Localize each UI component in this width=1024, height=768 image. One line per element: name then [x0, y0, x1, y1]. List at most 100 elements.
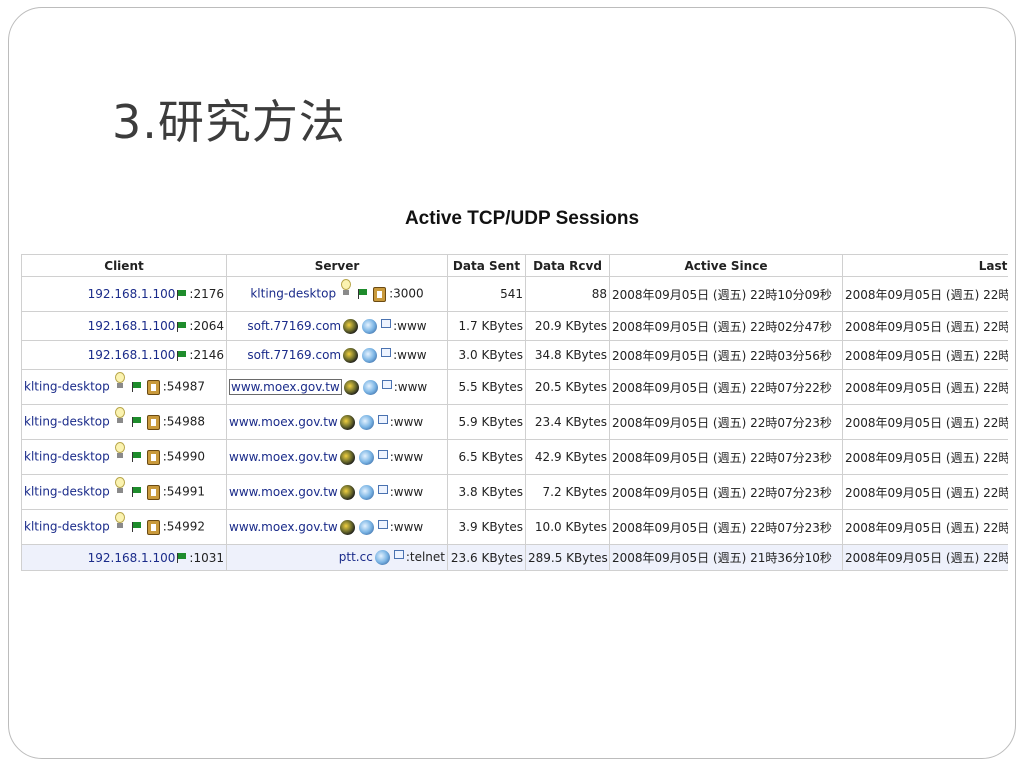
client-cell: 192.168.1.100:2176: [21, 276, 227, 312]
slide-title: 3.研究方法: [112, 95, 346, 149]
data-rcvd-cell: 88: [525, 276, 610, 312]
external-link-icon[interactable]: [381, 379, 392, 389]
server-cell: soft.77169.com :www: [226, 311, 448, 341]
server-port: :www: [393, 318, 427, 333]
server-port: :www: [389, 519, 424, 534]
table-row: klting-desktop :54987 www.moex.gov.tw:www…: [21, 369, 1008, 405]
box-icon: [146, 519, 160, 535]
client-link[interactable]: 192.168.1.100: [88, 348, 176, 362]
active-since-cell: 2008年09月05日 (週五) 22時02分47秒: [609, 311, 843, 341]
flag-icon: [358, 289, 368, 299]
data-rcvd-cell: 10.0 KBytes: [525, 509, 610, 545]
server-link[interactable]: soft.77169.com: [247, 348, 341, 362]
client-cell: klting-desktop :54987: [21, 369, 227, 405]
server-port: :telnet: [405, 550, 445, 564]
column-header-data-sent: Data Sent: [447, 254, 526, 277]
external-link-icon[interactable]: [377, 519, 388, 529]
data-sent-cell: 1.7 KBytes: [447, 311, 526, 341]
flag-icon: [177, 289, 187, 300]
server-port: :www: [389, 449, 424, 464]
column-header-active-since: Active Since: [609, 254, 843, 277]
data-sent-cell: 5.9 KBytes: [447, 404, 526, 440]
server-link[interactable]: ptt.cc: [339, 550, 373, 564]
column-header-client: Client: [21, 254, 227, 277]
data-rcvd-cell: 42.9 KBytes: [525, 439, 610, 475]
server-link[interactable]: www.moex.gov.tw: [229, 415, 338, 429]
active-since-cell: 2008年09月05日 (週五) 22時07分23秒: [609, 439, 843, 475]
globe-dark-icon: [339, 519, 355, 535]
table-row: 192.168.1.100:2176 klting-desktop:3000 5…: [21, 276, 1008, 312]
globe-blue-icon: [362, 318, 378, 334]
external-link-icon[interactable]: [381, 347, 392, 357]
server-link[interactable]: klting-desktop: [250, 287, 336, 301]
lightbulb-icon: [114, 372, 126, 390]
table-row: 192.168.1.100 :2064 soft.77169.com :www 1.…: [21, 311, 1008, 341]
external-link-icon[interactable]: [377, 449, 388, 459]
client-port: :2064: [189, 319, 224, 333]
client-link[interactable]: 192.168.1.100: [88, 319, 176, 333]
globe-blue-icon: [374, 550, 390, 565]
client-link[interactable]: klting-desktop: [24, 380, 110, 394]
table-row: klting-desktop:54990 www.moex.gov.tw:www…: [21, 439, 1008, 475]
last-seen-cell: 2008年09月05日 (週五) 22時: [842, 276, 1008, 312]
client-link[interactable]: klting-desktop: [24, 450, 110, 464]
table-row: klting-desktop:54988 www.moex.gov.tw:www…: [21, 404, 1008, 440]
client-link[interactable]: klting-desktop: [24, 520, 110, 534]
server-link[interactable]: soft.77169.com: [247, 319, 341, 333]
table-heading: Active TCP/UDP Sessions: [404, 208, 640, 229]
active-since-cell: 2008年09月05日 (週五) 22時07分23秒: [609, 509, 843, 545]
column-header-last-seen: Last Seen: [842, 254, 1008, 277]
last-seen-cell: 2008年09月05日 (週五) 22時: [842, 340, 1008, 370]
client-cell: 192.168.1.100:1031: [21, 544, 227, 571]
lightbulb-icon: [114, 407, 126, 425]
server-link[interactable]: www.moex.gov.tw: [229, 485, 338, 499]
server-cell: www.moex.gov.tw :www: [226, 509, 448, 545]
column-header-server: Server: [226, 254, 448, 277]
server-cell: klting-desktop:3000: [226, 276, 448, 312]
last-seen-cell: 2008年09月05日 (週五) 22時: [842, 369, 1008, 405]
client-port: :54987: [162, 379, 205, 394]
column-header-data-rcvd: Data Rcvd: [525, 254, 610, 277]
globe-dark-icon: [339, 449, 355, 465]
server-link[interactable]: www.moex.gov.tw: [229, 450, 338, 464]
client-link[interactable]: 192.168.1.100: [88, 551, 176, 565]
table-row: klting-desktop :54991 www.moex.gov.tw :www…: [21, 474, 1008, 510]
globe-blue-icon: [358, 519, 374, 535]
active-since-cell: 2008年09月05日 (週五) 22時10分09秒: [609, 276, 843, 312]
server-port: :www: [389, 484, 424, 499]
server-link[interactable]: www.moex.gov.tw: [229, 378, 342, 395]
flag-icon: [131, 417, 142, 427]
server-cell: soft.77169.com:www: [226, 340, 448, 370]
server-cell: ptt.cc :telnet: [226, 544, 448, 571]
last-seen-cell: 2008年09月05日 (週五) 22時: [842, 509, 1008, 545]
flag-icon: [177, 321, 187, 332]
client-link[interactable]: klting-desktop: [24, 485, 110, 499]
client-port: :54988: [162, 414, 205, 429]
external-link-icon[interactable]: [377, 414, 388, 424]
globe-blue-icon: [358, 484, 374, 500]
data-rcvd-cell: 20.5 KBytes: [525, 369, 610, 405]
globe-dark-icon: [343, 318, 359, 334]
server-link[interactable]: www.moex.gov.tw: [229, 520, 338, 534]
external-link-icon[interactable]: [381, 318, 392, 328]
last-seen-cell: 2008年09月05日 (週五) 22時: [842, 404, 1008, 440]
external-link-icon[interactable]: [377, 484, 388, 494]
globe-blue-icon: [362, 347, 378, 363]
client-cell: klting-desktop :54991: [21, 474, 227, 510]
box-icon: [146, 379, 160, 395]
active-since-cell: 2008年09月05日 (週五) 21時36分10秒: [609, 544, 843, 571]
server-cell: www.moex.gov.tw :www: [226, 474, 448, 510]
client-port: :54991: [162, 484, 205, 499]
active-since-cell: 2008年09月05日 (週五) 22時07分23秒: [609, 474, 843, 510]
client-link[interactable]: klting-desktop: [24, 415, 110, 429]
client-cell: klting-desktop :54988: [21, 404, 227, 440]
client-link[interactable]: 192.168.1.100: [88, 287, 176, 301]
flag-icon: [131, 487, 142, 497]
globe-blue-icon: [358, 414, 374, 430]
lightbulb-icon: [114, 442, 126, 460]
external-link-icon[interactable]: [393, 550, 404, 559]
lightbulb-icon: [340, 279, 352, 297]
server-cell: www.moex.gov.tw:www: [226, 369, 448, 405]
active-since-cell: 2008年09月05日 (週五) 22時07分23秒: [609, 404, 843, 440]
last-seen-cell: 2008年09月05日 (週五) 22時: [842, 474, 1008, 510]
